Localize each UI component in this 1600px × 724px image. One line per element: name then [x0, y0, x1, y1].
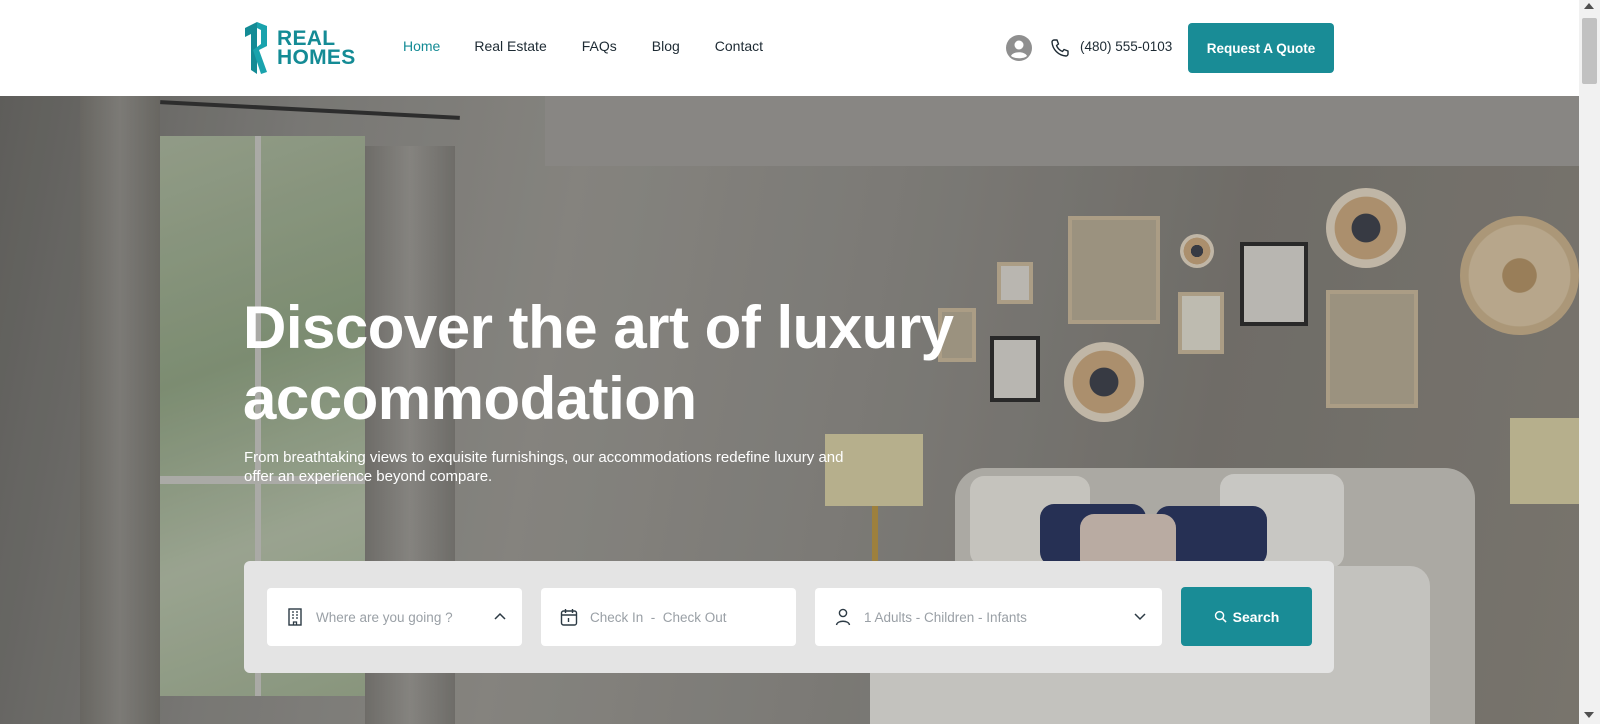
search-panel: Where are you going ? Check In - Check O… [244, 561, 1334, 673]
search-button-label: Search [1232, 608, 1280, 625]
hero-section: Discover the art of luxury accommodation… [0, 96, 1579, 724]
search-button[interactable]: Search [1181, 587, 1312, 646]
user-circle-icon[interactable] [1006, 35, 1032, 61]
destination-field[interactable]: Where are you going ? [267, 588, 522, 646]
hero-title: Discover the art of luxury accommodation [243, 292, 1003, 434]
dates-placeholder: Check In - Check Out [590, 609, 727, 625]
phone-icon [1051, 39, 1069, 57]
logo-text: REAL HOMES [277, 28, 356, 69]
building-icon [288, 608, 302, 626]
hero-subtitle: From breathtaking views to exquisite fur… [244, 449, 844, 485]
page-scrollbar[interactable] [1579, 0, 1600, 724]
person-icon [835, 608, 851, 626]
request-quote-button[interactable]: Request A Quote [1188, 23, 1334, 73]
nav-home[interactable]: Home [403, 38, 440, 54]
scroll-up-arrow-icon[interactable] [1584, 3, 1594, 9]
logo-line-2: HOMES [277, 46, 356, 69]
guests-placeholder: 1 Adults - Children - Infants [864, 609, 1027, 625]
nav-real-estate[interactable]: Real Estate [474, 38, 546, 54]
scroll-thumb[interactable] [1582, 18, 1597, 84]
dates-field[interactable]: Check In - Check Out [541, 588, 796, 646]
guests-field[interactable]: 1 Adults - Children - Infants [815, 588, 1162, 646]
main-nav: Home Real Estate FAQs Blog Contact [403, 38, 763, 54]
scroll-down-arrow-icon[interactable] [1584, 712, 1594, 718]
chevron-down-icon[interactable] [1132, 608, 1148, 624]
search-icon [1214, 610, 1227, 623]
logo[interactable]: REAL HOMES [243, 20, 356, 76]
nav-faqs[interactable]: FAQs [582, 38, 617, 54]
site-header: REAL HOMES Home Real Estate FAQs Blog Co… [0, 0, 1579, 96]
phone-number[interactable]: (480) 555-0103 [1080, 39, 1172, 54]
nav-contact[interactable]: Contact [715, 38, 763, 54]
hero-title-line-1: Discover the art of luxury [243, 294, 954, 361]
chevron-up-icon[interactable] [492, 608, 508, 624]
nav-blog[interactable]: Blog [652, 38, 680, 54]
logo-mark-icon [245, 22, 267, 74]
destination-placeholder: Where are you going ? [316, 609, 453, 625]
hero-title-line-2: accommodation [243, 365, 697, 432]
calendar-icon [560, 609, 578, 626]
